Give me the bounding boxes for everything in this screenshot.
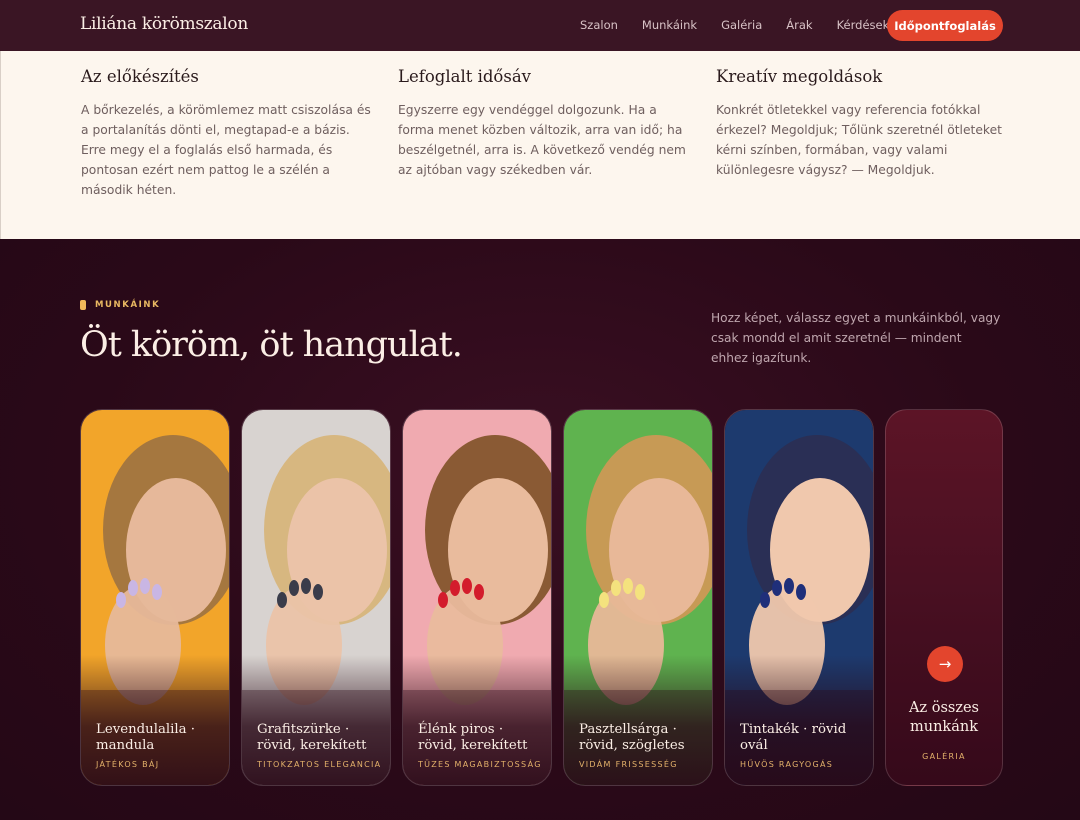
feature-timeslot: Lefoglalt idősáv Egyszerre egy vendéggel… bbox=[398, 67, 688, 180]
nail-mark bbox=[635, 584, 645, 600]
nail-mark bbox=[623, 578, 633, 594]
work-subtitle: TITOKZATOS ELEGANCIA bbox=[257, 760, 382, 769]
work-subtitle: HŰVÖS RAGYOGÁS bbox=[740, 760, 834, 769]
brand-logo[interactable]: Liliána körömszalon bbox=[80, 14, 248, 34]
work-title: Levendulalila · mandula bbox=[96, 722, 196, 753]
nav-item-arak[interactable]: Árak bbox=[786, 18, 812, 32]
nail-mark bbox=[277, 592, 287, 608]
work-title: Grafitszürke · rövid, kerekített bbox=[257, 722, 367, 753]
all-works-card[interactable]: → Az összes munkánk GALÉRIA bbox=[885, 409, 1003, 786]
nav-item-munkaink[interactable]: Munkáink bbox=[642, 18, 697, 32]
work-subtitle: TÜZES MAGABIZTOSSÁG bbox=[418, 760, 542, 769]
all-works-subtitle: GALÉRIA bbox=[922, 752, 966, 761]
all-works-label: Az összes munkánk bbox=[909, 700, 979, 735]
nail-mark bbox=[140, 578, 150, 594]
arrow-right-icon[interactable]: → bbox=[927, 646, 963, 682]
nail-mark bbox=[438, 592, 448, 608]
feature-title: Lefoglalt idősáv bbox=[398, 67, 531, 86]
work-card[interactable]: Grafitszürke · rövid, kerekített TITOKZA… bbox=[241, 409, 391, 786]
feature-body: Konkrét ötletekkel vagy referencia fotók… bbox=[716, 103, 1002, 177]
nail-mark bbox=[450, 580, 460, 596]
feature-preparation: Az előkészítés A bőrkezelés, a körömleme… bbox=[81, 67, 371, 200]
site-header: Liliána körömszalon Szalon Munkáink Galé… bbox=[0, 0, 1080, 51]
work-subtitle: JÁTÉKOS BÁJ bbox=[96, 760, 160, 769]
work-card[interactable]: Pasztellsárga · rövid, szögletes VIDÁM F… bbox=[563, 409, 713, 786]
nail-mark bbox=[128, 580, 138, 596]
work-title: Pasztellsárga · rövid, szögletes bbox=[579, 722, 685, 753]
nail-mark bbox=[152, 584, 162, 600]
work-subtitle: VIDÁM FRISSESSÉG bbox=[579, 760, 678, 769]
nail-mark bbox=[796, 584, 806, 600]
works-section: MUNKÁINK Öt köröm, öt hangulat. Hozz kép… bbox=[0, 239, 1080, 820]
nail-mark bbox=[116, 592, 126, 608]
work-card[interactable]: Levendulalila · mandula JÁTÉKOS BÁJ bbox=[80, 409, 230, 786]
feature-body: Egyszerre egy vendéggel dolgozunk. Ha a … bbox=[398, 103, 686, 177]
work-title: Élénk piros · rövid, kerekített bbox=[418, 722, 528, 753]
nail-mark bbox=[611, 580, 621, 596]
nail-mark bbox=[599, 592, 609, 608]
feature-title: Kreatív megoldások bbox=[716, 67, 883, 86]
nail-mark bbox=[772, 580, 782, 596]
feature-creative: Kreatív megoldások Konkrét ötletekkel va… bbox=[716, 67, 1006, 180]
nail-mark bbox=[289, 580, 299, 596]
work-title: Tintakék · rövid ovál bbox=[740, 722, 847, 753]
section-headline: Öt köröm, öt hangulat. bbox=[80, 325, 463, 365]
nail-mark bbox=[760, 592, 770, 608]
features-section: Az előkészítés A bőrkezelés, a körömleme… bbox=[0, 51, 1080, 239]
nail-mark bbox=[313, 584, 323, 600]
nail-mark bbox=[784, 578, 794, 594]
eyebrow-marker bbox=[80, 300, 86, 310]
nav-item-galeria[interactable]: Galéria bbox=[721, 18, 762, 32]
nav-item-szalon[interactable]: Szalon bbox=[580, 18, 618, 32]
nail-mark bbox=[462, 578, 472, 594]
main-nav: Szalon Munkáink Galéria Árak Kérdések bbox=[580, 18, 913, 32]
section-intro: Hozz képet, válassz egyet a munkáinkból,… bbox=[711, 311, 1001, 365]
booking-button[interactable]: Időpontfoglalás bbox=[887, 10, 1003, 41]
feature-body: A bőrkezelés, a körömlemez matt csiszolá… bbox=[81, 103, 371, 197]
work-card[interactable]: Élénk piros · rövid, kerekített TÜZES MA… bbox=[402, 409, 552, 786]
nail-mark bbox=[474, 584, 484, 600]
work-card[interactable]: Tintakék · rövid ovál HŰVÖS RAGYOGÁS bbox=[724, 409, 874, 786]
section-eyebrow: MUNKÁINK bbox=[80, 300, 160, 310]
eyebrow-label: MUNKÁINK bbox=[95, 300, 161, 310]
nav-item-kerdesek[interactable]: Kérdések bbox=[837, 18, 890, 32]
feature-title: Az előkészítés bbox=[81, 67, 199, 86]
nail-mark bbox=[301, 578, 311, 594]
